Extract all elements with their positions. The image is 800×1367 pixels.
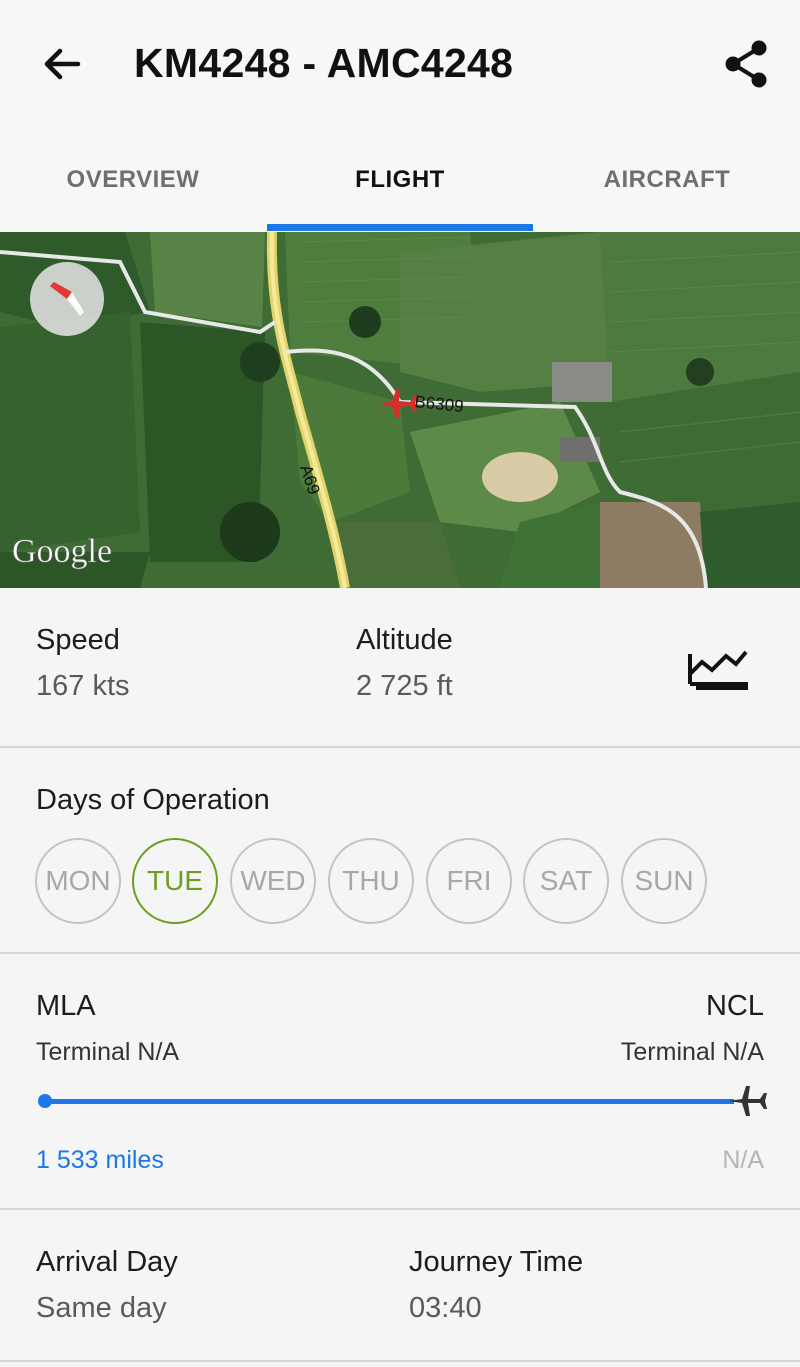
days-of-operation-section: Days of Operation MON TUE WED THU FRI SA… (0, 750, 800, 954)
origin-code: MLA (36, 990, 96, 1022)
speed-value: 167 kts (36, 670, 130, 702)
compass-icon (50, 282, 84, 316)
day-sun: SUN (621, 838, 707, 924)
day-sat: SAT (523, 838, 609, 924)
day-fri: FRI (426, 838, 512, 924)
altitude-value: 2 725 ft (356, 670, 453, 702)
speed-label: Speed (36, 624, 120, 656)
tab-overview[interactable]: OVERVIEW (0, 128, 266, 232)
page-title: KM4248 - AMC4248 (134, 40, 514, 86)
day-thu: THU (328, 838, 414, 924)
origin-terminal: Terminal N/A (36, 1038, 180, 1066)
arrival-section: Arrival Day Same day Journey Time 03:40 (0, 1212, 800, 1362)
day-wed: WED (230, 838, 316, 924)
tab-flight[interactable]: FLIGHT (267, 128, 533, 232)
days-label: Days of Operation (36, 784, 270, 816)
app-bar: KM4248 - AMC4248 (0, 0, 800, 128)
remaining-value: N/A (722, 1146, 764, 1174)
tab-active-indicator (267, 224, 533, 231)
tab-bar: OVERVIEW FLIGHT AIRCRAFT (0, 128, 800, 232)
share-icon[interactable] (718, 36, 774, 92)
map-attribution: Google (12, 533, 112, 570)
route-progress-bar (44, 1099, 734, 1104)
route-section: MLA NCL Terminal N/A Terminal N/A 1 533 … (0, 956, 800, 1210)
day-mon: MON (35, 838, 121, 924)
arrow-left-icon[interactable] (36, 38, 88, 90)
destination-code: NCL (705, 990, 764, 1022)
arrival-day-value: Same day (36, 1292, 167, 1324)
journey-time-value: 03:40 (409, 1292, 482, 1324)
compass-button[interactable] (30, 262, 104, 336)
destination-terminal: Terminal N/A (620, 1038, 764, 1066)
satellite-map-image: A69 B6309 Google (0, 232, 800, 588)
arrival-day-label: Arrival Day (36, 1246, 178, 1278)
flight-map[interactable]: A69 B6309 Google (0, 232, 800, 588)
speed-altitude-section: Speed 167 kts Altitude 2 725 ft (0, 588, 800, 748)
tab-aircraft[interactable]: AIRCRAFT (534, 128, 800, 232)
distance-value: 1 533 miles (36, 1146, 164, 1174)
altitude-label: Altitude (356, 624, 453, 656)
line-chart-icon[interactable] (686, 644, 752, 694)
airplane-icon (728, 1086, 767, 1116)
day-tue: TUE (132, 838, 218, 924)
journey-time-label: Journey Time (409, 1246, 584, 1278)
